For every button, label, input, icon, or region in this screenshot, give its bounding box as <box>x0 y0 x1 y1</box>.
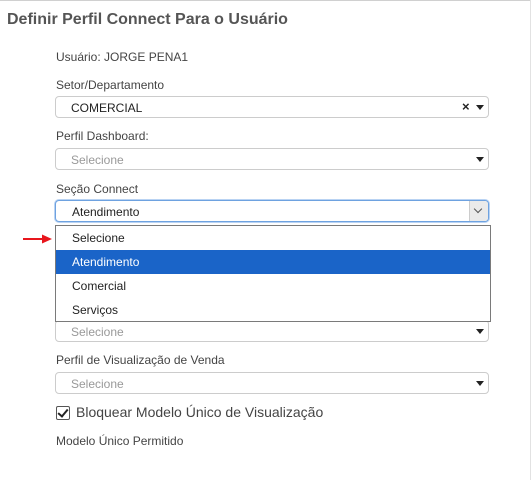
caret-down-icon <box>476 157 484 162</box>
lock-single-model-checkbox[interactable] <box>56 406 70 420</box>
sector-value: COMERCIAL <box>71 101 143 115</box>
connect-section-select[interactable]: Atendimento <box>55 200 489 222</box>
dropdown-toggle[interactable] <box>469 201 488 221</box>
sales-view-profile-label: Perfil de Visualização de Venda <box>56 353 225 367</box>
top-border <box>0 0 531 1</box>
sector-label: Setor/Departamento <box>56 78 165 92</box>
hidden-select[interactable]: Selecione <box>55 320 489 342</box>
red-arrow-annotation-icon <box>23 234 52 244</box>
lock-single-model-label[interactable]: Bloquear Modelo Único de Visualização <box>76 404 323 420</box>
dashboard-profile-select[interactable]: Selecione <box>55 148 489 170</box>
chevron-down-icon <box>473 204 483 214</box>
option-comercial[interactable]: Comercial <box>56 274 490 298</box>
sales-view-profile-placeholder: Selecione <box>71 377 124 391</box>
sales-view-profile-select[interactable]: Selecione <box>55 372 489 394</box>
dashboard-profile-label: Perfil Dashboard: <box>56 129 149 143</box>
connect-section-label: Seção Connect <box>56 182 139 196</box>
connect-section-value: Atendimento <box>72 205 140 219</box>
dashboard-profile-placeholder: Selecione <box>71 153 124 167</box>
allowed-model-label: Modelo Único Permitido <box>56 434 184 448</box>
hidden-select-placeholder: Selecione <box>71 325 124 339</box>
user-info: Usuário: JORGE PENA1 <box>56 50 189 64</box>
page-title: Definir Perfil Connect Para o Usuário <box>7 11 288 28</box>
option-servicos[interactable]: Serviços <box>56 298 490 322</box>
clear-icon[interactable]: × <box>462 99 470 115</box>
caret-down-icon <box>476 329 484 334</box>
caret-down-icon <box>476 105 484 110</box>
option-atendimento[interactable]: Atendimento <box>56 250 490 274</box>
option-selecione[interactable]: Selecione <box>56 226 490 250</box>
caret-down-icon <box>476 381 484 386</box>
connect-section-options: Selecione Atendimento Comercial Serviços <box>55 225 491 322</box>
checkmark-icon <box>57 406 69 418</box>
sector-select[interactable]: COMERCIAL × <box>55 96 489 118</box>
